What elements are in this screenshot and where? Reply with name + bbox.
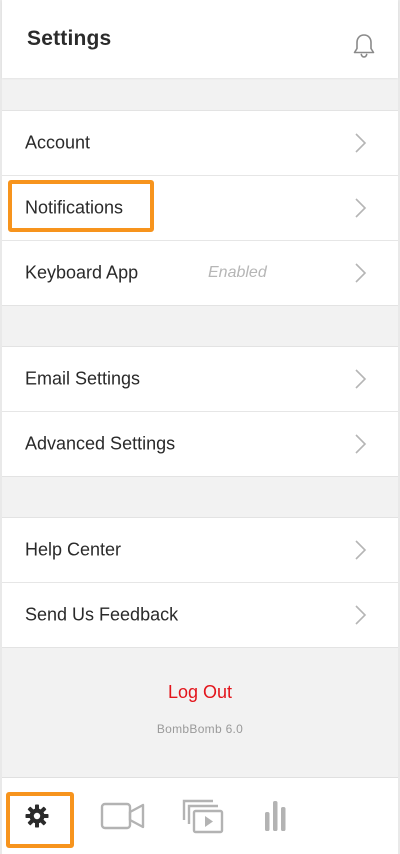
tab-bar [2, 777, 398, 854]
chevron-right-icon [355, 369, 367, 389]
logout-button[interactable]: Log Out [2, 682, 398, 703]
settings-row-send-feedback[interactable]: Send Us Feedback [2, 583, 398, 647]
row-label: Advanced Settings [25, 433, 176, 454]
row-label: Keyboard App [25, 262, 139, 283]
settings-row-advanced-settings[interactable]: Advanced Settings [2, 412, 398, 476]
chevron-right-icon [355, 540, 367, 560]
settings-row-keyboard-app[interactable]: Keyboard App Enabled [2, 241, 398, 305]
page-title: Settings [27, 27, 112, 50]
row-label: Account [25, 132, 91, 153]
chevron-right-icon [355, 133, 367, 153]
row-label: Notifications [25, 197, 124, 218]
chevron-right-icon [355, 198, 367, 218]
row-label: Email Settings [25, 368, 141, 389]
settings-row-account[interactable]: Account [2, 111, 398, 176]
settings-screen: Settings Account Notifications Keyboard … [2, 0, 398, 854]
row-label: Help Center [25, 539, 122, 560]
settings-row-email-settings[interactable]: Email Settings [2, 347, 398, 412]
chevron-right-icon [355, 434, 367, 454]
chevron-right-icon [355, 263, 367, 283]
settings-group-account: Account Notifications Keyboard App Enabl… [2, 110, 398, 306]
header: Settings [2, 0, 398, 78]
tab-video-library[interactable] [168, 778, 238, 854]
tab-analytics[interactable] [240, 778, 310, 854]
video-library-icon [182, 799, 224, 834]
settings-group-email: Email Settings Advanced Settings [2, 346, 398, 477]
row-label: Send Us Feedback [25, 604, 179, 625]
bell-icon[interactable] [352, 33, 376, 59]
settings-row-help-center[interactable]: Help Center [2, 518, 398, 583]
settings-group-help: Help Center Send Us Feedback [2, 517, 398, 648]
settings-row-notifications[interactable]: Notifications [2, 176, 398, 241]
tab-record-video[interactable] [88, 778, 158, 854]
status-text: Enabled [208, 264, 267, 281]
tab-highlight [6, 792, 74, 848]
chevron-right-icon [355, 605, 367, 625]
analytics-bars-icon [265, 801, 286, 831]
settings-footer: Log Out BombBomb 6.0 [2, 645, 398, 775]
video-camera-icon [100, 802, 145, 830]
app-version: BombBomb 6.0 [156, 722, 244, 736]
